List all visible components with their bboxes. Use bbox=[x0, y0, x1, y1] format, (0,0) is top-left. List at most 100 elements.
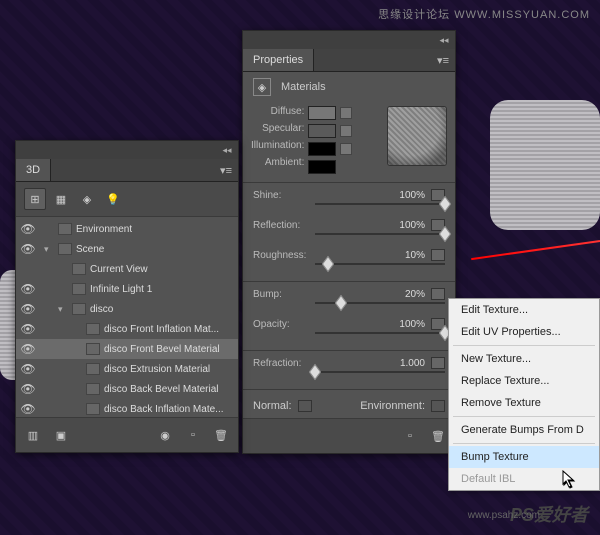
scene-tree: 👁Environment👁▾SceneCurrent View👁Infinite… bbox=[16, 217, 238, 417]
context-menu-item[interactable]: Generate Bumps From D bbox=[449, 419, 599, 441]
tree-item-label: Current View bbox=[90, 264, 148, 275]
visibility-eye-icon[interactable]: 👁 bbox=[20, 222, 36, 236]
opacity-slider[interactable] bbox=[315, 332, 445, 334]
tree-item-label: disco Back Inflation Mate... bbox=[104, 404, 224, 415]
visibility-eye-icon[interactable]: 👁 bbox=[20, 302, 36, 316]
panel-header-strip[interactable]: ◂◂ bbox=[243, 31, 455, 49]
mouse-cursor-icon bbox=[562, 470, 576, 488]
refraction-slider[interactable] bbox=[315, 371, 445, 373]
visibility-eye-icon[interactable]: 👁 bbox=[20, 382, 36, 396]
tree-row[interactable]: 👁disco Extrusion Material bbox=[16, 359, 238, 379]
gallery-icon[interactable]: ▥ bbox=[22, 424, 44, 446]
collapse-icon[interactable]: ◂◂ bbox=[220, 144, 234, 156]
tree-row[interactable]: 👁disco Front Inflation Mat... bbox=[16, 319, 238, 339]
mat-icon bbox=[86, 343, 100, 355]
tree-row[interactable]: 👁 Infinite Light 1 bbox=[16, 279, 238, 299]
visibility-eye-icon[interactable]: 👁 bbox=[20, 242, 36, 256]
mat-icon bbox=[86, 323, 100, 335]
roughness-label: Roughness: bbox=[253, 250, 311, 261]
filter-lights-icon[interactable]: 💡 bbox=[102, 188, 124, 210]
mesh-icon bbox=[72, 303, 86, 315]
reflection-slider[interactable] bbox=[315, 233, 445, 235]
context-menu-item[interactable]: Edit UV Properties... bbox=[449, 321, 599, 343]
watermark-top: 思缘设计论坛 WWW.MISSYUAN.COM bbox=[378, 6, 590, 22]
refraction-texture-icon[interactable] bbox=[431, 357, 445, 369]
context-menu-item[interactable]: Remove Texture bbox=[449, 392, 599, 414]
mat-icon bbox=[86, 383, 100, 395]
specular-label: Specular: bbox=[262, 123, 304, 134]
visibility-eye-icon[interactable]: 👁 bbox=[20, 282, 36, 296]
tree-row[interactable]: 👁 ▾ disco bbox=[16, 299, 238, 319]
mat-icon bbox=[86, 403, 100, 415]
cam-icon bbox=[72, 263, 86, 275]
trash-icon[interactable]: 🗑 bbox=[427, 425, 449, 447]
diffuse-texture-icon[interactable] bbox=[340, 107, 352, 119]
visibility-eye-icon[interactable]: 👁 bbox=[20, 342, 36, 356]
context-menu-item[interactable]: Default IBL bbox=[449, 468, 599, 490]
context-menu-item[interactable]: Edit Texture... bbox=[449, 299, 599, 321]
context-menu-item[interactable]: Bump Texture bbox=[449, 446, 599, 468]
tree-row[interactable]: 👁 disco Front Bevel Material bbox=[16, 339, 238, 359]
panel-header-strip[interactable]: ◂◂ bbox=[16, 141, 238, 159]
render-settings-icon[interactable]: ▫ bbox=[399, 425, 421, 447]
bump-value: 20% bbox=[385, 289, 425, 300]
collapse-icon[interactable]: ◂◂ bbox=[437, 34, 451, 46]
illumination-folder-icon[interactable] bbox=[340, 143, 352, 155]
tree-row[interactable]: 👁▾Scene bbox=[16, 239, 238, 259]
visibility-eye-icon[interactable]: 👁 bbox=[20, 362, 36, 376]
specular-swatch[interactable] bbox=[308, 124, 336, 138]
new-light-icon[interactable]: ◉ bbox=[154, 424, 176, 446]
panel-menu-icon[interactable]: ▾≡ bbox=[431, 54, 455, 67]
opacity-label: Opacity: bbox=[253, 319, 311, 330]
shine-label: Shine: bbox=[253, 190, 311, 201]
reflection-value: 100% bbox=[385, 220, 425, 231]
tree-item-label: disco Front Bevel Material bbox=[104, 344, 220, 355]
roughness-slider[interactable] bbox=[315, 263, 445, 265]
bump-context-menu: Edit Texture...Edit UV Properties... New … bbox=[448, 298, 600, 491]
environment-folder-icon[interactable] bbox=[431, 400, 445, 412]
twisty-icon[interactable]: ▾ bbox=[58, 304, 68, 315]
diffuse-label: Diffuse: bbox=[271, 106, 305, 117]
delete-icon[interactable]: 🗑 bbox=[210, 424, 232, 446]
light-icon bbox=[72, 283, 86, 295]
tree-item-label: Infinite Light 1 bbox=[90, 284, 152, 295]
tree-item-label: disco bbox=[90, 304, 113, 315]
reflection-label: Reflection: bbox=[253, 220, 311, 231]
render-icon[interactable]: ▣ bbox=[50, 424, 72, 446]
shine-slider[interactable] bbox=[315, 203, 445, 205]
new-layer-icon[interactable]: ▫ bbox=[182, 424, 204, 446]
context-menu-item[interactable]: New Texture... bbox=[449, 348, 599, 370]
visibility-eye-icon[interactable]: 👁 bbox=[20, 322, 36, 336]
scene-icon bbox=[58, 243, 72, 255]
bump-label: Bump: bbox=[253, 289, 311, 300]
filter-materials-icon[interactable]: ◈ bbox=[76, 188, 98, 210]
filter-whole-scene-icon[interactable]: ⊞ bbox=[24, 188, 46, 210]
tab-3d[interactable]: 3D bbox=[16, 159, 51, 181]
tree-row[interactable]: 👁 disco Back Bevel Material bbox=[16, 379, 238, 399]
bump-texture-icon[interactable] bbox=[431, 288, 445, 300]
tree-row[interactable]: Current View bbox=[16, 259, 238, 279]
twisty-icon[interactable]: ▾ bbox=[44, 244, 54, 255]
visibility-eye-icon[interactable]: 👁 bbox=[20, 402, 36, 416]
opacity-value: 100% bbox=[385, 319, 425, 330]
tree-row[interactable]: 👁Environment bbox=[16, 219, 238, 239]
tree-row[interactable]: 👁 disco Back Inflation Mate... bbox=[16, 399, 238, 417]
refraction-value: 1.000 bbox=[385, 358, 425, 369]
watermark-url: www.psahz.com bbox=[468, 510, 540, 521]
shine-value: 100% bbox=[385, 190, 425, 201]
3d-panel: ◂◂ 3D ▾≡ ⊞ ▦ ◈ 💡 👁Environment👁▾SceneCurr… bbox=[15, 140, 239, 453]
filter-meshes-icon[interactable]: ▦ bbox=[50, 188, 72, 210]
tab-properties[interactable]: Properties bbox=[243, 49, 314, 71]
diffuse-swatch[interactable] bbox=[308, 106, 336, 120]
illumination-swatch[interactable] bbox=[308, 142, 336, 156]
roughness-texture-icon[interactable] bbox=[431, 249, 445, 261]
panel-menu-icon[interactable]: ▾≡ bbox=[214, 164, 238, 177]
ambient-swatch[interactable] bbox=[308, 160, 336, 174]
roughness-value: 10% bbox=[385, 250, 425, 261]
specular-folder-icon[interactable] bbox=[340, 125, 352, 137]
context-menu-item[interactable]: Replace Texture... bbox=[449, 370, 599, 392]
tree-item-label: disco Back Bevel Material bbox=[104, 384, 219, 395]
normal-folder-icon[interactable] bbox=[298, 400, 312, 412]
material-preview[interactable] bbox=[387, 106, 447, 166]
bump-slider[interactable] bbox=[315, 302, 445, 304]
